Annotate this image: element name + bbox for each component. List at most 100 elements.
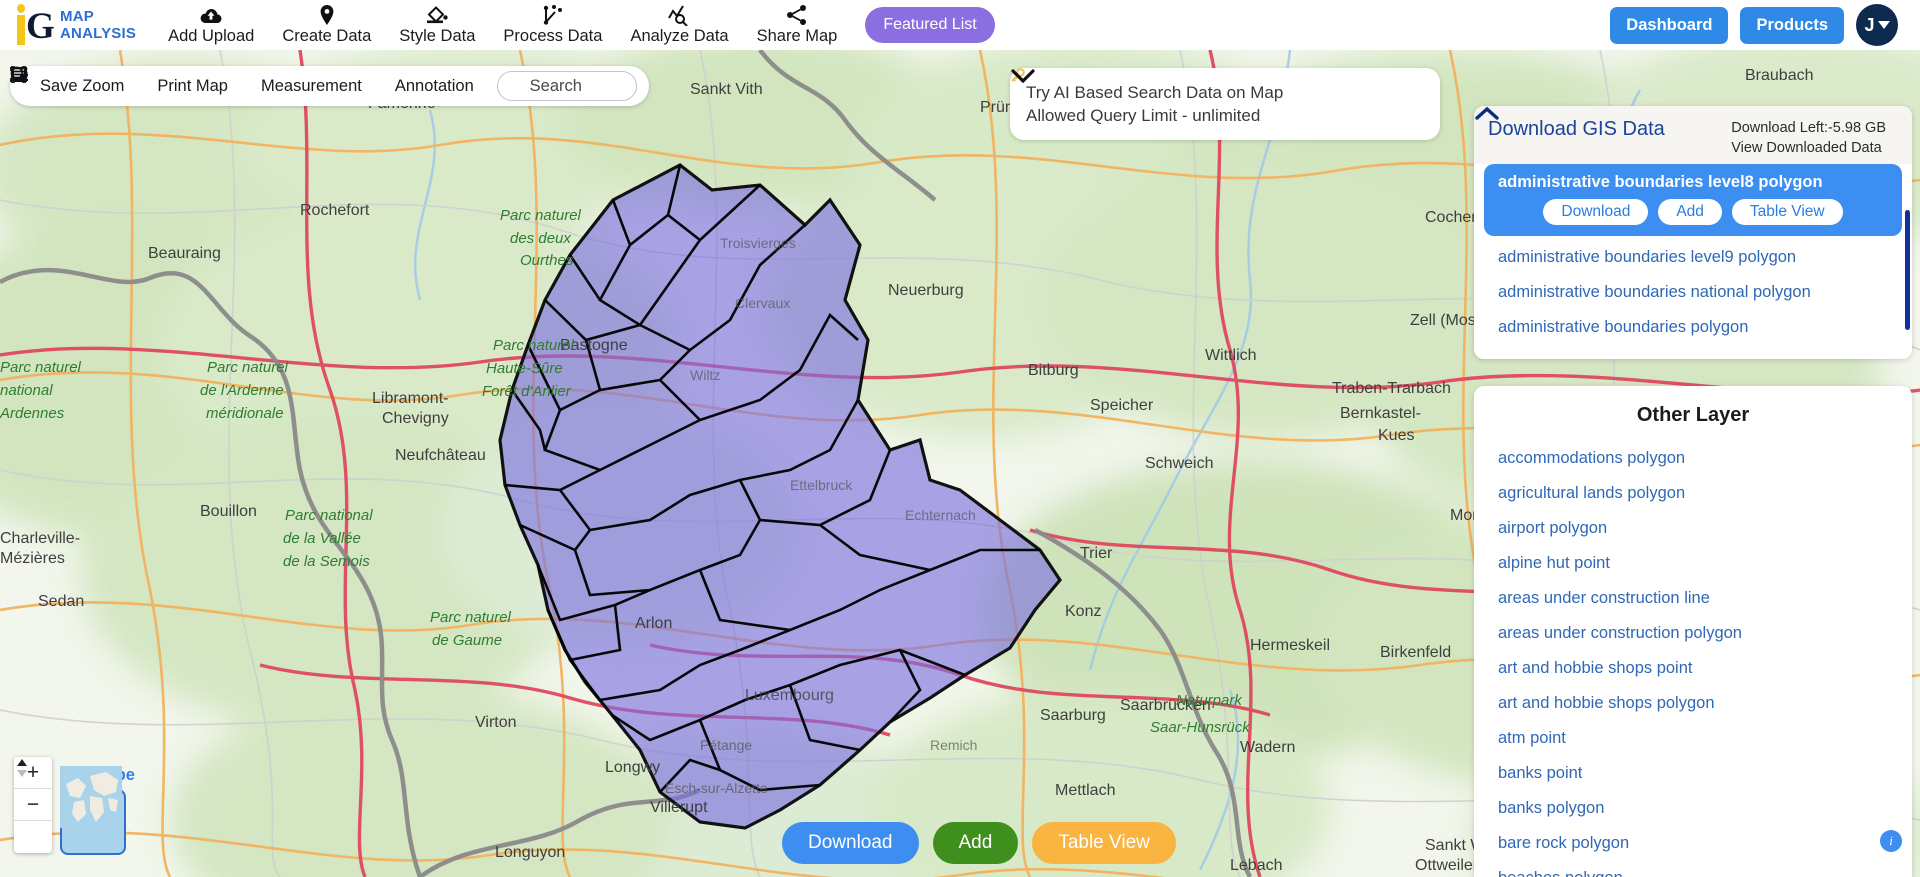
layer-link[interactable]: art and hobbie shops point (1474, 651, 1912, 686)
dashboard-button[interactable]: Dashboard (1610, 6, 1729, 44)
download-button[interactable]: Download (782, 822, 919, 864)
layer-link[interactable]: areas under construction polygon (1474, 616, 1912, 651)
svg-text:des deux: des deux (510, 230, 571, 247)
print-map-button[interactable]: Print Map (11, 67, 239, 100)
share-icon (786, 4, 808, 26)
add-button[interactable]: Add (932, 822, 1019, 864)
layer-link[interactable]: art and hobbie shops polygon (1474, 686, 1912, 721)
top-navigation-bar: G MAP ANALYSIS Add Upload Create Data St… (0, 0, 1920, 50)
svg-text:Hermeskeil: Hermeskeil (1250, 637, 1330, 654)
nav-process-data[interactable]: Process Data (489, 2, 616, 48)
svg-text:Sankt Vith: Sankt Vith (690, 81, 763, 98)
zoom-out-button[interactable]: − (14, 789, 52, 821)
svg-text:Konz: Konz (1065, 603, 1101, 620)
layer-add-button[interactable]: Add (1658, 199, 1722, 225)
products-button[interactable]: Products (1740, 6, 1844, 44)
layer-link[interactable]: alpine hut point (1474, 546, 1912, 581)
svg-text:Lebach: Lebach (1230, 857, 1283, 874)
analyze-magnifier-icon (667, 4, 693, 26)
svg-text:Bitburg: Bitburg (1028, 362, 1079, 379)
search-placeholder: Search (529, 76, 582, 95)
other-layer-panel: Other Layer accommodations polygon agric… (1474, 386, 1912, 877)
layer-link[interactable]: banks polygon (1474, 791, 1912, 826)
svg-text:Remich: Remich (930, 737, 977, 753)
paint-bucket-icon (425, 4, 449, 26)
selected-layer-actions: Download Add Table View (1498, 199, 1888, 225)
save-zoom-button[interactable]: Save Zoom (10, 66, 135, 100)
gis-layer-link[interactable]: administrative boundaries national polyg… (1474, 275, 1912, 310)
nav-label: Analyze Data (630, 27, 729, 45)
view-downloaded-data-link[interactable]: View Downloaded Data (1731, 138, 1886, 158)
svg-text:Kues: Kues (1378, 427, 1414, 444)
layer-link[interactable]: airport polygon (1474, 511, 1912, 546)
gis-layer-link[interactable]: administrative boundaries polygon (1474, 310, 1912, 345)
nav-create-data[interactable]: Create Data (268, 2, 385, 48)
svg-text:Villerupt: Villerupt (650, 799, 708, 816)
app-root: G MAP ANALYSIS Add Upload Create Data St… (0, 0, 1920, 877)
svg-text:Parc national: Parc national (285, 507, 373, 524)
svg-text:de la Semois: de la Semois (283, 553, 370, 570)
svg-text:Mézières: Mézières (0, 550, 65, 567)
ai-search-line2: Allowed Query Limit - unlimited (1026, 106, 1261, 125)
layer-table-view-button[interactable]: Table View (1731, 199, 1843, 225)
annotation-button[interactable]: Annotation (11, 67, 485, 100)
gis-layer-list: administrative boundaries level8 polygon… (1474, 164, 1912, 359)
toolbar-label: Save Zoom (40, 76, 125, 95)
svg-text:Saarburg: Saarburg (1040, 707, 1106, 724)
avatar-initial: J (1864, 14, 1875, 35)
svg-text:de Gaume: de Gaume (432, 632, 502, 649)
layer-link[interactable]: banks point (1474, 756, 1912, 791)
info-badge[interactable]: i (1880, 830, 1902, 852)
svg-text:Ardennes: Ardennes (0, 405, 65, 422)
svg-text:Wadern: Wadern (1240, 739, 1295, 756)
svg-text:Longuyon: Longuyon (495, 844, 565, 861)
map-canvas[interactable]: Sankt Vith Fâmenne Rochefort Beauraing P… (0, 50, 1920, 877)
brand-text: MAP ANALYSIS (60, 8, 137, 42)
avatar-menu[interactable]: J (1856, 4, 1898, 46)
nav-label: Share Map (756, 27, 838, 45)
map-type-thumbnail[interactable] (60, 766, 126, 855)
svg-text:Parc naturel: Parc naturel (0, 359, 82, 376)
svg-text:Beauraing: Beauraing (148, 245, 221, 262)
nav-label: Create Data (282, 27, 372, 45)
ai-search-box[interactable]: Try AI Based Search Data on Map Allowed … (1010, 68, 1440, 140)
svg-text:Luxembourg: Luxembourg (745, 687, 834, 704)
svg-text:Wiltz: Wiltz (690, 367, 720, 383)
layer-download-button[interactable]: Download (1543, 199, 1649, 225)
other-layer-title: Other Layer (1636, 404, 1750, 426)
svg-text:Bernkastel-: Bernkastel- (1340, 405, 1421, 422)
svg-text:Ottweiler: Ottweiler (1415, 857, 1479, 874)
layer-link[interactable]: bare rock polygon (1474, 826, 1912, 861)
search-input[interactable]: Search (10, 66, 637, 101)
map-toolbar: Save Zoom Print Map Measurement Annotati… (10, 66, 649, 106)
selected-layer-card[interactable]: administrative boundaries level8 polygon… (1484, 164, 1902, 236)
nav-share-map[interactable]: Share Map (743, 2, 852, 48)
gis-layer-link[interactable]: administrative boundaries level9 polygon (1474, 240, 1912, 275)
toolbar-label: Annotation (394, 76, 474, 95)
svg-text:Virton: Virton (475, 714, 517, 731)
svg-text:Saar-Hunsrück: Saar-Hunsrück (1150, 719, 1251, 736)
svg-text:Arlon: Arlon (635, 615, 672, 632)
svg-text:de la Vallée: de la Vallée (283, 530, 361, 547)
layer-link[interactable]: agricultural lands polygon (1474, 476, 1912, 511)
nav-analyze-data[interactable]: Analyze Data (616, 2, 742, 48)
svg-text:Sedan: Sedan (38, 593, 84, 610)
brand-logo-group[interactable]: G MAP ANALYSIS (14, 4, 136, 46)
toolbar-label: Measurement (260, 76, 362, 95)
ai-search-text: Try AI Based Search Data on Map Allowed … (1011, 68, 1414, 127)
svg-text:Ettelbruck: Ettelbruck (790, 477, 853, 493)
layer-link[interactable]: accommodations polygon (1474, 441, 1912, 476)
nav-style-data[interactable]: Style Data (385, 2, 489, 48)
svg-text:Bouillon: Bouillon (200, 503, 257, 520)
svg-text:Neufchâteau: Neufchâteau (395, 447, 486, 464)
featured-list-button[interactable]: Featured List (865, 7, 995, 43)
compass-reset-button[interactable] (14, 759, 52, 853)
nav-add-upload[interactable]: Add Upload (154, 2, 268, 48)
panel-scrollbar[interactable] (1905, 210, 1910, 330)
layer-link[interactable]: atm point (1474, 721, 1912, 756)
toolbar-label: Print Map (157, 76, 228, 95)
table-view-button[interactable]: Table View (1032, 822, 1176, 864)
layer-link[interactable]: areas under construction line (1474, 581, 1912, 616)
layer-link[interactable]: beaches polygon (1474, 861, 1912, 877)
measurement-button[interactable]: Measurement (11, 66, 373, 100)
